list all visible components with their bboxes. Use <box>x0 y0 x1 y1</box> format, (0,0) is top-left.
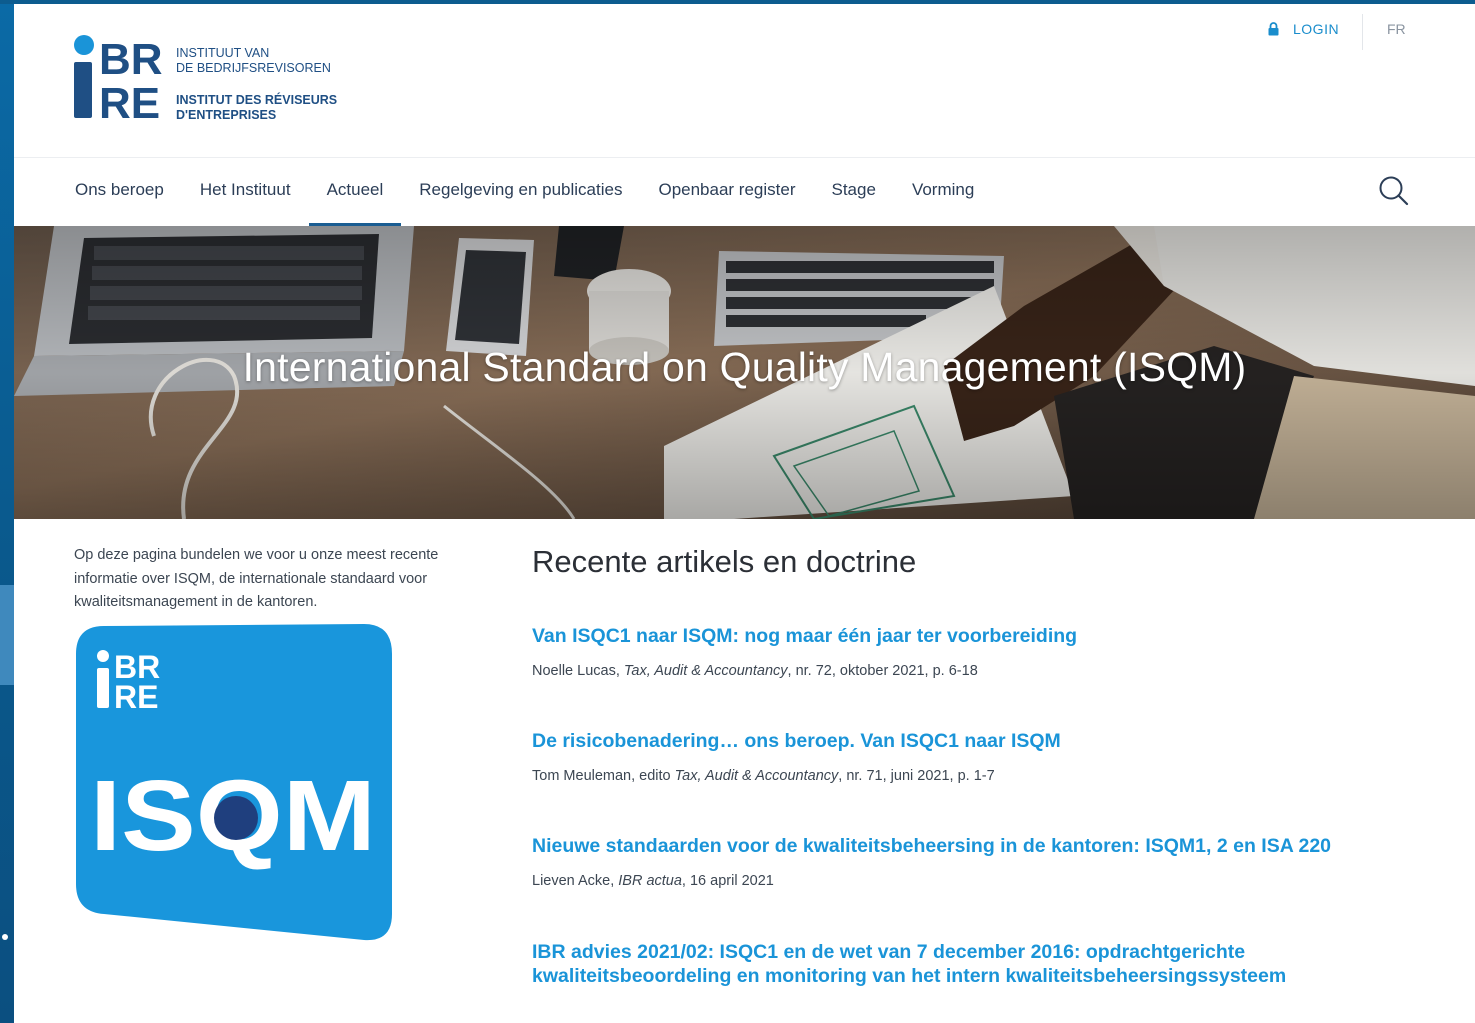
background-highlight <box>0 585 14 685</box>
article-title-link[interactable]: IBR advies 2021/02: ISQC1 en de wet van … <box>532 940 1392 988</box>
language-switch-fr[interactable]: FR <box>1387 21 1406 37</box>
nav-item-vorming[interactable]: Vorming <box>894 158 992 226</box>
article-meta: Tom Meuleman, edito Tax, Audit & Account… <box>532 768 1392 784</box>
site-header: BR RE INSTITUUT VAN DE BEDRIJFSREVISOREN… <box>14 4 1475 157</box>
nav-item-stage[interactable]: Stage <box>814 158 894 226</box>
article-author: Tom Meuleman, edito <box>532 768 675 784</box>
intro-text: Op deze pagina bundelen we voor u onze m… <box>74 547 439 610</box>
site-logo[interactable]: BR RE INSTITUUT VAN DE BEDRIJFSREVISOREN… <box>72 34 352 131</box>
article-author: Noelle Lucas, <box>532 663 624 679</box>
article-source: Tax, Audit & Accountancy <box>674 768 839 784</box>
article-item: De risicobenadering… ons beroep. Van ISQ… <box>532 729 1392 784</box>
lock-icon <box>1268 22 1279 36</box>
logo-graphic: BR RE INSTITUUT VAN DE BEDRIJFSREVISOREN… <box>74 35 337 128</box>
logo-line-3: INSTITUT DES RÉVISEURS <box>176 92 337 107</box>
article-title-link[interactable]: Van ISQC1 naar ISQM: nog maar één jaar t… <box>532 624 1392 648</box>
background-dot <box>2 934 8 940</box>
isqm-badge-graphic: BR RE ISQM <box>76 624 392 941</box>
article-title-link[interactable]: Nieuwe standaarden voor de kwaliteitsbeh… <box>532 834 1392 858</box>
logo-mark-bottom: RE <box>99 79 160 126</box>
nav-item-ons-beroep[interactable]: Ons beroep <box>72 158 182 226</box>
article-details: , nr. 71, juni 2021, p. 1-7 <box>838 768 995 784</box>
search-icon <box>1379 176 1409 206</box>
nav-item-regelgeving-en-publicaties[interactable]: Regelgeving en publicaties <box>401 158 640 226</box>
login-label: LOGIN <box>1293 21 1340 37</box>
nav-item-actueel[interactable]: Actueel <box>308 158 402 226</box>
article-title-link[interactable]: De risicobenadering… ons beroep. Van ISQ… <box>532 729 1392 753</box>
article-item: IBR advies 2021/02: ISQC1 en de wet van … <box>532 940 1392 988</box>
nav-items: Ons beroep Het Instituut Actueel Regelgevin… <box>72 158 992 226</box>
page: BR RE INSTITUUT VAN DE BEDRIJFSREVISOREN… <box>14 4 1475 1023</box>
article-details: , nr. 72, oktober 2021, p. 6-18 <box>787 663 978 679</box>
page-title: International Standard on Quality Manage… <box>242 344 1247 390</box>
article-meta: Noelle Lucas, Tax, Audit & Accountancy, … <box>532 663 1392 679</box>
page-background <box>0 0 14 1023</box>
isqm-badge: BR RE ISQM <box>74 624 394 949</box>
login-link[interactable]: LOGIN <box>1268 21 1339 37</box>
utility-divider <box>1362 14 1363 50</box>
article-details: , 16 april 2021 <box>681 873 774 889</box>
logo-mark-top: BR <box>99 35 163 84</box>
article-meta: Lieven Acke, IBR actua, 16 april 2021 <box>532 873 1392 889</box>
article-source: Tax, Audit & Accountancy <box>623 663 788 679</box>
article-item: Van ISQC1 naar ISQM: nog maar één jaar t… <box>532 624 1392 679</box>
article-author: Lieven Acke, <box>532 873 619 889</box>
section-heading: Recente artikels en doctrine <box>532 544 917 579</box>
hero-banner: International Standard on Quality Manage… <box>14 226 1475 519</box>
logo-line-2: DE BEDRIJFSREVISOREN <box>176 61 331 75</box>
nav-item-het-instituut[interactable]: Het Instituut <box>182 158 309 226</box>
nav-item-openbaar-register[interactable]: Openbaar register <box>640 158 813 226</box>
logo-line-4: D'ENTREPRISES <box>176 108 276 122</box>
logo-line-1: INSTITUUT VAN <box>176 46 269 60</box>
search-button[interactable] <box>1378 175 1410 212</box>
main-navigation: Ons beroep Het Instituut Actueel Regelgevin… <box>14 157 1475 226</box>
article-item: Nieuwe standaarden voor de kwaliteitsbeh… <box>532 834 1392 889</box>
article-source: IBR actua <box>618 873 682 889</box>
badge-mark-bottom: RE <box>114 679 158 715</box>
